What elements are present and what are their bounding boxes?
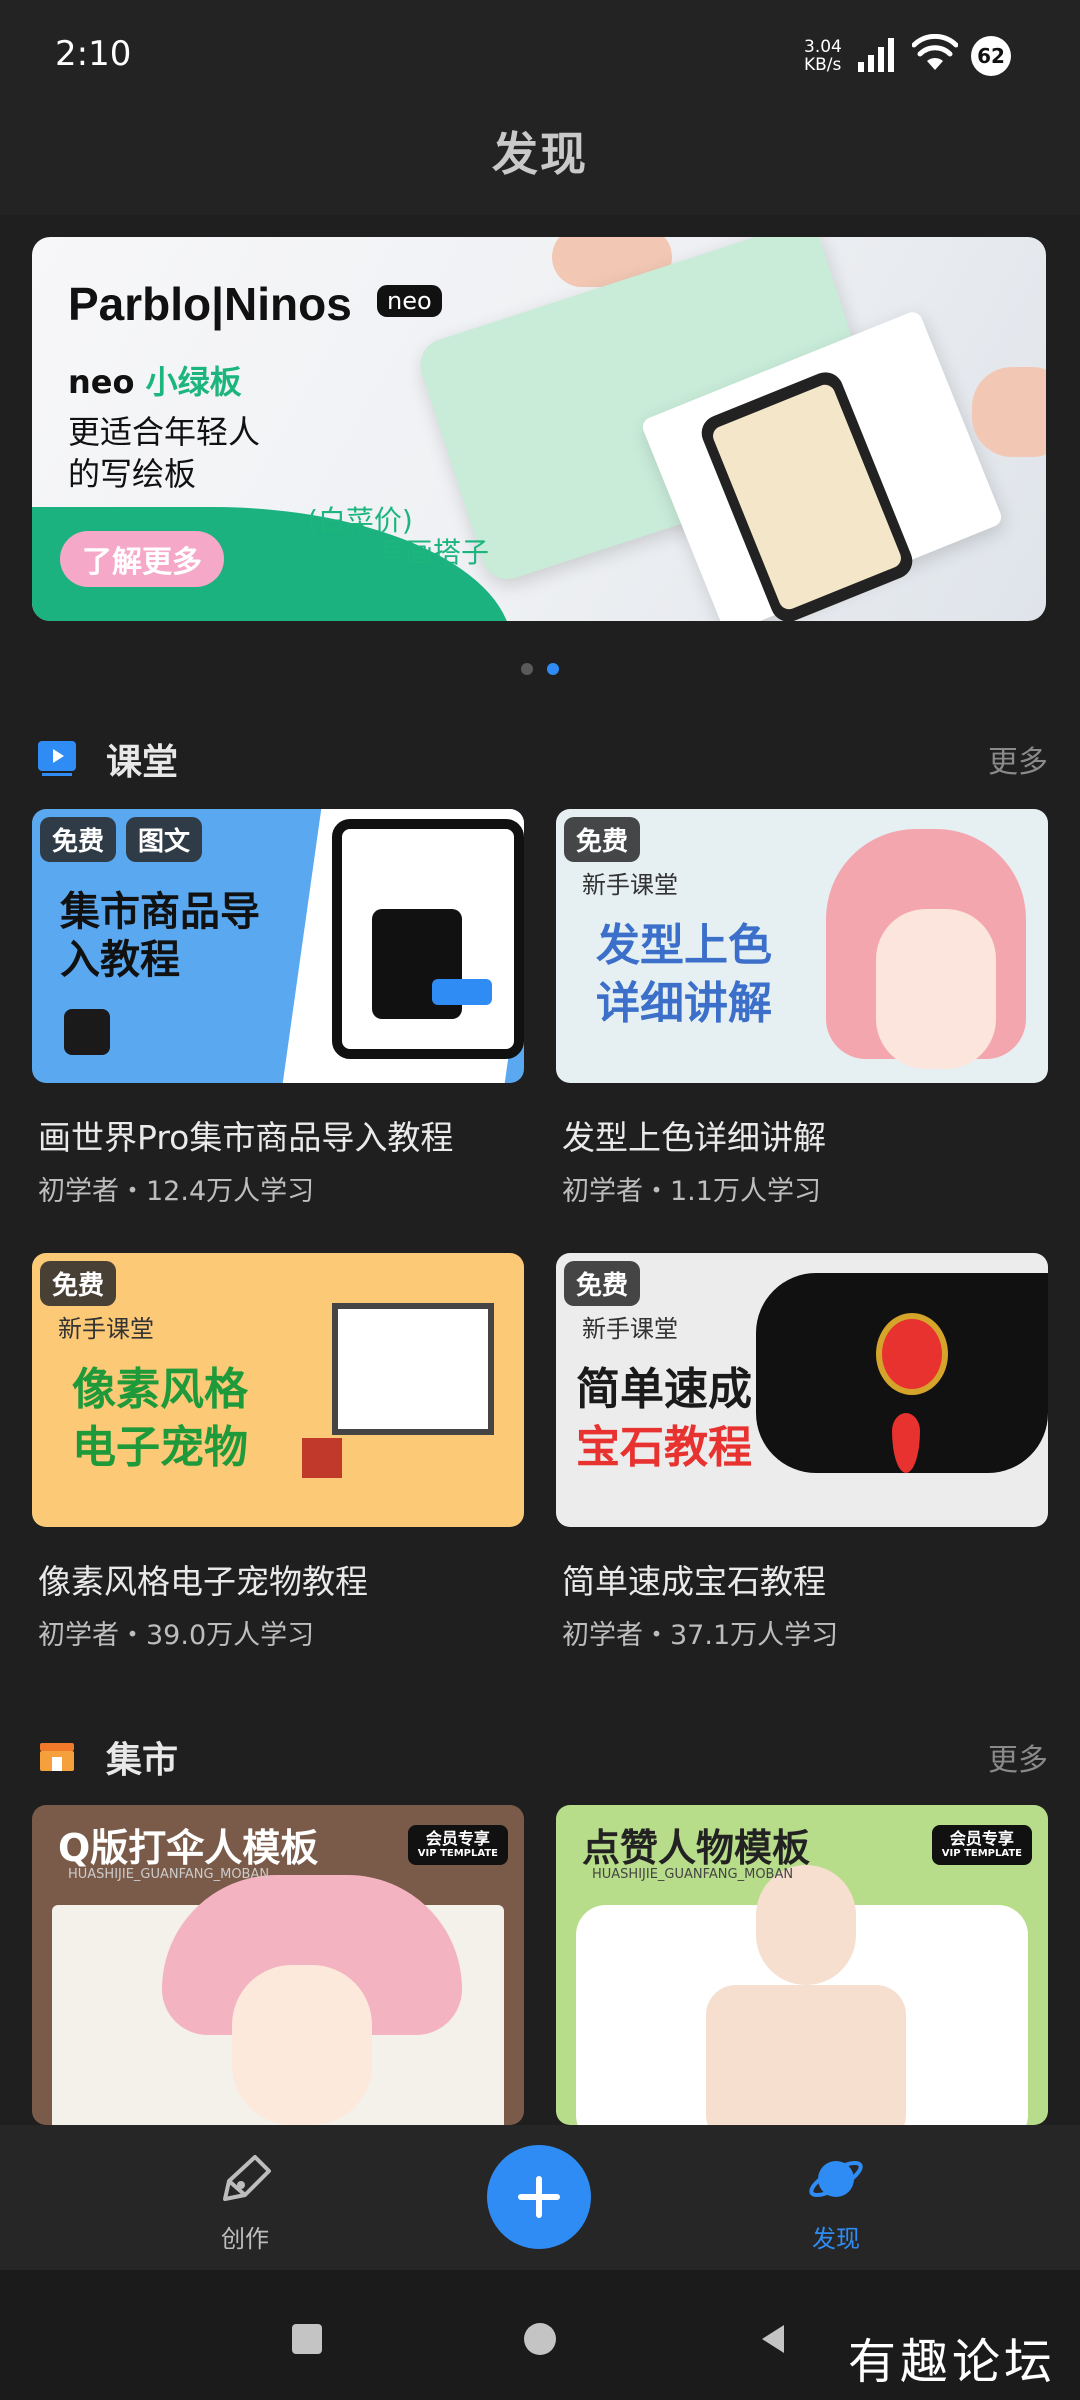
market-item-subtitle: HUASHIJIE_GUANFANG_MOBAN: [68, 1867, 270, 1882]
course-meta: 初学者・12.4万人学习: [38, 1176, 315, 1207]
back-icon[interactable]: [758, 2323, 788, 2355]
course-badges: 免费: [564, 817, 641, 862]
recent-apps-icon[interactable]: [292, 2324, 322, 2354]
classroom-more-link[interactable]: 更多: [988, 737, 1048, 781]
market-item-title: Q版打伞人模板: [58, 1826, 319, 1870]
course-card[interactable]: 新手课堂 发型上色 详细讲解 免费 发型上色详细讲解 初学者・1.1万人学习: [556, 809, 1048, 1208]
classroom-title: 课堂: [106, 742, 179, 783]
network-speed: 3.04 KB/s: [804, 37, 842, 75]
free-badge: 免费: [40, 1261, 117, 1306]
course-badges: 免费 图文: [40, 817, 203, 862]
market-section-header: 集市 更多: [38, 1725, 1048, 1785]
course-badges: 免费: [564, 1261, 641, 1306]
create-fab-button[interactable]: [487, 2145, 591, 2249]
course-title: 画世界Pro集市商品导入教程: [38, 1118, 454, 1157]
banner-slogan-line1: 更适合年轻人: [68, 413, 261, 451]
banner-brand-badge: neo: [377, 285, 442, 317]
banner-tagline: 写画搭子: [377, 536, 490, 569]
signal-icon: [858, 38, 894, 72]
nav-discover[interactable]: 发现: [756, 2151, 916, 2254]
course-card[interactable]: 新手课堂 简单速成 宝石教程 免费 简单速成宝石教程 初学者・37.1万人学习: [556, 1253, 1048, 1652]
market-item-card[interactable]: Q版打伞人模板 HUASHIJIE_GUANFANG_MOBAN 会员专享 VI…: [32, 1805, 524, 2125]
nav-create-label: 创作: [221, 2225, 269, 2253]
discover-content[interactable]: Parblo|Ninos neo neo 小绿板 更适合年轻人 的写绘板 (白菜…: [0, 215, 1080, 2125]
free-badge: 免费: [40, 817, 117, 862]
course-card[interactable]: 新手课堂 像素风格 电子宠物 免费 像素风格电子宠物教程 初学者・39.0万人学…: [32, 1253, 524, 1652]
market-item-subtitle: HUASHIJIE_GUANFANG_MOBAN: [592, 1867, 794, 1882]
market-title: 集市: [106, 1740, 179, 1781]
wifi-icon: [912, 34, 958, 70]
battery-indicator: 62: [971, 36, 1011, 76]
nav-create[interactable]: 创作: [165, 2151, 325, 2254]
banner-product: neo 小绿板: [68, 363, 242, 401]
status-time: 2:10: [55, 34, 132, 74]
video-play-icon: [38, 741, 76, 776]
market-item-title: 点赞人物模板: [582, 1826, 811, 1870]
text-badge: 图文: [126, 817, 203, 862]
course-title: 发型上色详细讲解: [562, 1118, 826, 1157]
watermark: 有趣论坛: [847, 2334, 1056, 2390]
market-item-card[interactable]: 点赞人物模板 HUASHIJIE_GUANFANG_MOBAN 会员专享 VIP…: [556, 1805, 1048, 2125]
promo-banner[interactable]: Parblo|Ninos neo neo 小绿板 更适合年轻人 的写绘板 (白菜…: [32, 237, 1046, 621]
course-card[interactable]: 集市商品导 入教程 免费 图文 画世界Pro集市商品导入教程 初学者・12.4万…: [32, 809, 524, 1208]
hand-illustration-right: [972, 367, 1046, 457]
course-meta: 初学者・37.1万人学习: [562, 1620, 839, 1651]
course-thumbnail[interactable]: 新手课堂 简单速成 宝石教程 免费: [556, 1253, 1048, 1527]
course-meta: 初学者・1.1万人学习: [562, 1176, 821, 1207]
carousel-dot-active: [547, 663, 559, 675]
free-badge: 免费: [564, 1261, 641, 1306]
banner-brand: Parblo|Ninos: [68, 278, 352, 330]
vip-badge: 会员专享 VIP TEMPLATE: [407, 1825, 508, 1865]
banner-slogan-line2: 的写绘板: [68, 455, 197, 493]
pen-icon: [223, 2155, 271, 2201]
market-more-link[interactable]: 更多: [988, 1735, 1048, 1779]
vip-badge: 会员专享 VIP TEMPLATE: [931, 1825, 1032, 1865]
page-title: 发现: [492, 127, 588, 181]
home-icon[interactable]: [524, 2323, 556, 2355]
course-badges: 免费: [40, 1261, 117, 1306]
course-thumbnail[interactable]: 新手课堂 发型上色 详细讲解 免费: [556, 809, 1048, 1083]
carousel-indicator: [0, 663, 1080, 675]
free-badge: 免费: [564, 817, 641, 862]
nav-discover-label: 发现: [812, 2225, 860, 2253]
learn-more-button[interactable]: 了解更多: [60, 531, 224, 587]
course-meta: 初学者・39.0万人学习: [38, 1620, 315, 1651]
course-thumbnail[interactable]: 新手课堂 像素风格 电子宠物 免费: [32, 1253, 524, 1527]
carousel-dot: [521, 663, 533, 675]
course-title: 像素风格电子宠物教程: [38, 1562, 368, 1601]
store-icon: [40, 1743, 74, 1771]
planet-icon: [809, 2160, 863, 2198]
plus-icon: [518, 2176, 560, 2218]
course-thumbnail[interactable]: 集市商品导 入教程 免费 图文: [32, 809, 524, 1083]
classroom-section-header: 课堂 更多: [38, 727, 1048, 787]
course-title: 简单速成宝石教程: [562, 1562, 826, 1601]
status-bar: 2:10 3.04 KB/s 62: [0, 0, 1080, 110]
